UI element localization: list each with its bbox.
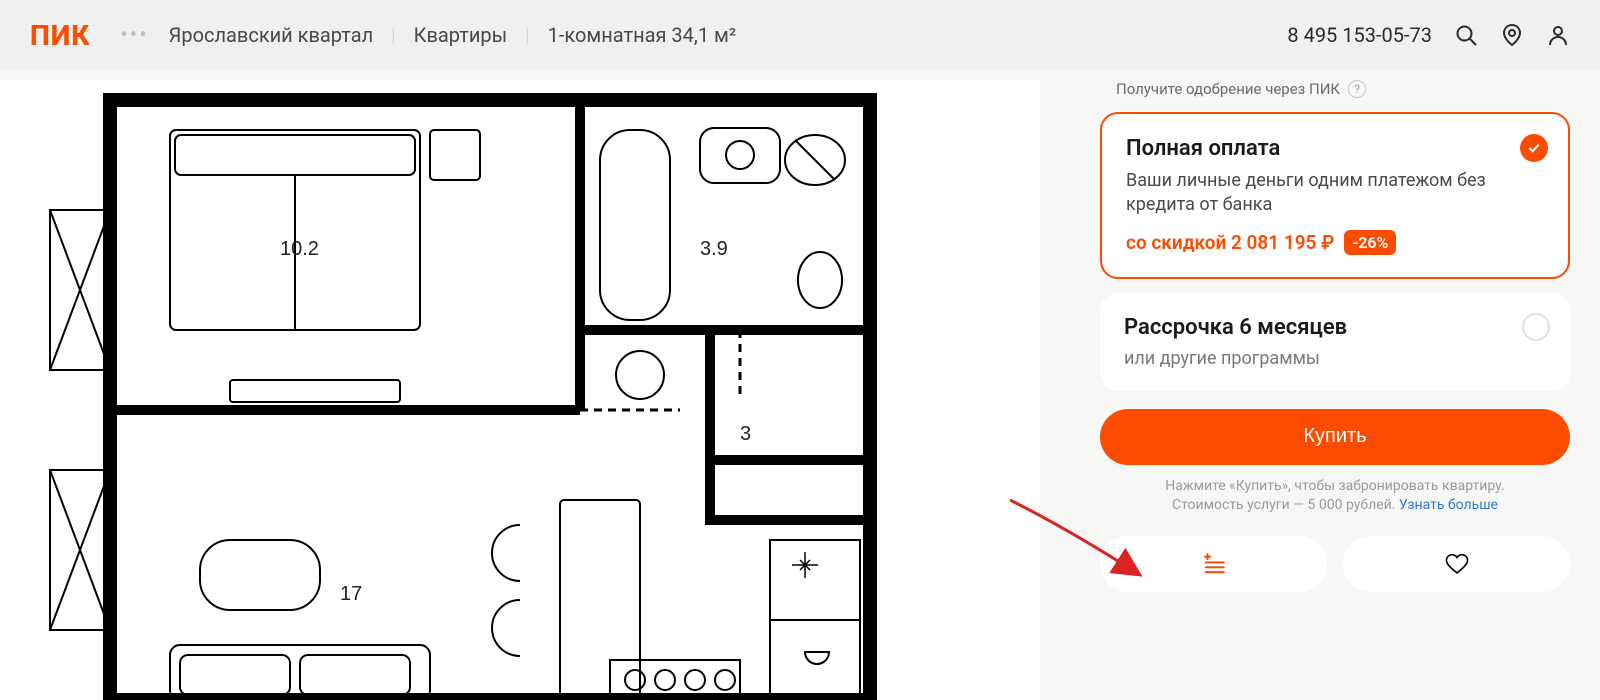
room-area-bathroom: 3.9 (700, 238, 728, 260)
option-installment-subtitle: или другие программы (1124, 348, 1546, 369)
payment-option-full[interactable]: Полная оплата Ваши личные деньги одним п… (1100, 112, 1570, 279)
breadcrumb-separator: | (525, 23, 529, 47)
heart-icon (1444, 551, 1470, 577)
breadcrumb-project[interactable]: Ярославский квартал (169, 23, 374, 47)
side-panel: Получите одобрение через ПИК ? Полная оп… (1100, 70, 1600, 697)
favorite-button[interactable] (1343, 536, 1570, 592)
location-icon[interactable] (1500, 23, 1524, 47)
header-right: 8 495 153-05-73 (1287, 23, 1570, 47)
discount-amount: со скидкой 2 081 195 ₽ (1126, 231, 1334, 254)
user-icon[interactable] (1546, 23, 1570, 47)
compare-icon (1201, 551, 1227, 577)
payment-option-installment[interactable]: Рассрочка 6 месяцев или другие программы (1100, 293, 1570, 391)
breadcrumb-unit[interactable]: 1-комнатная 34,1 м² (548, 23, 737, 47)
breadcrumb-separator: | (391, 23, 395, 47)
option-full-title: Полная оплата (1126, 136, 1544, 161)
search-icon[interactable] (1454, 23, 1478, 47)
logo[interactable]: ПИК (30, 19, 90, 52)
radio-empty-icon (1522, 313, 1550, 341)
learn-more-link[interactable]: Узнать больше (1399, 497, 1498, 513)
buy-hint: Нажмите «Купить», чтобы забронировать кв… (1100, 477, 1570, 516)
floorplan[interactable]: 10.2 3.9 3 17 (0, 80, 1040, 700)
buy-hint-line2: Стоимость услуги — 5 000 рублей. (1172, 497, 1399, 513)
breadcrumb-section[interactable]: Квартиры (414, 23, 508, 47)
option-installment-title: Рассрочка 6 месяцев (1124, 315, 1546, 340)
approval-hint-text: Получите одобрение через ПИК (1116, 80, 1340, 98)
compare-button[interactable] (1100, 536, 1327, 592)
option-full-discount: со скидкой 2 081 195 ₽ -26% (1126, 230, 1544, 255)
approval-hint: Получите одобрение через ПИК ? (1100, 76, 1570, 112)
action-row (1100, 536, 1570, 592)
radio-checked-icon (1520, 134, 1548, 162)
floorplan-container: 10.2 3.9 3 17 (0, 70, 1100, 697)
room-area-bedroom: 10.2 (280, 238, 319, 260)
more-menu-icon[interactable]: ••• (120, 23, 148, 48)
room-area-hall: 3 (740, 423, 751, 445)
buy-hint-line1: Нажмите «Купить», чтобы забронировать кв… (1165, 478, 1504, 494)
main: 10.2 3.9 3 17 Получите одобрение через П… (0, 70, 1600, 697)
discount-badge: -26% (1344, 230, 1396, 255)
room-area-living: 17 (340, 583, 362, 605)
breadcrumb: Ярославский квартал | Квартиры | 1-комна… (169, 23, 737, 47)
buy-button[interactable]: Купить (1100, 409, 1570, 465)
header: ПИК ••• Ярославский квартал | Квартиры |… (0, 0, 1600, 70)
help-icon[interactable]: ? (1348, 80, 1366, 98)
phone-number[interactable]: 8 495 153-05-73 (1287, 23, 1432, 47)
option-full-subtitle: Ваши личные деньги одним платежом без кр… (1126, 169, 1544, 218)
